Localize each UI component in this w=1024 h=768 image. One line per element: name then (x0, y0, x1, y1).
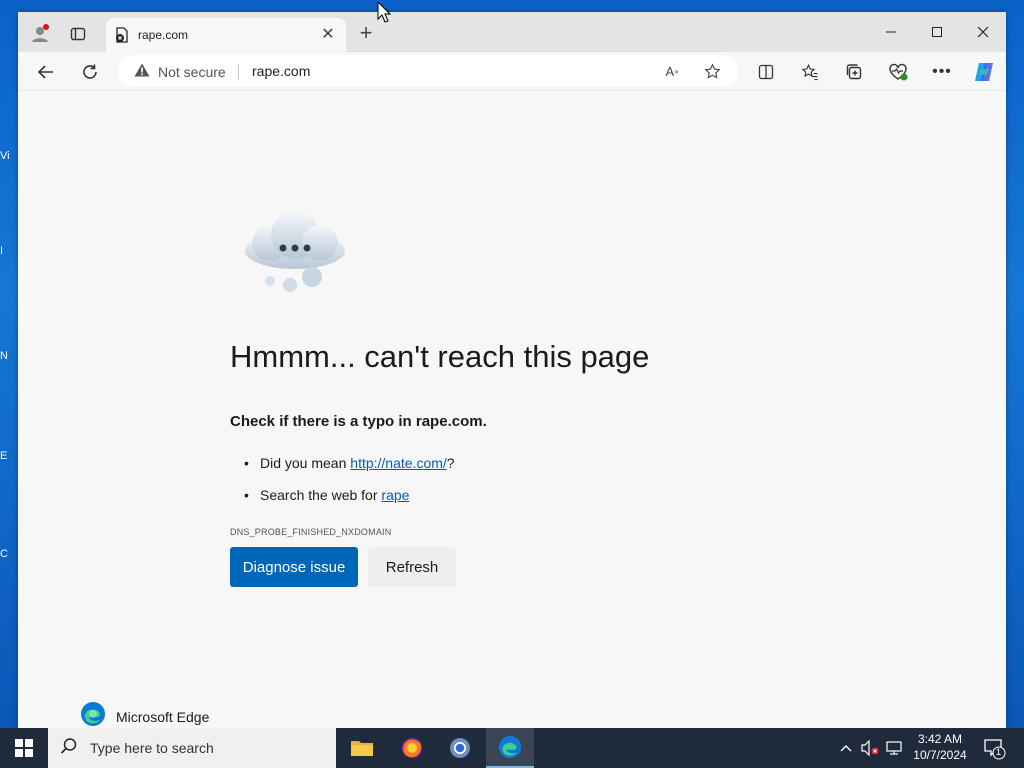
error-subtitle: Check if there is a typo in rape.com. (230, 413, 487, 430)
edge-taskbar-icon[interactable] (486, 728, 534, 768)
split-screen-icon[interactable] (752, 58, 780, 86)
taskbar-search-box[interactable]: Type here to search (48, 728, 336, 768)
close-window-button[interactable] (960, 18, 1006, 46)
taskbar: Type here to search 3:42 AM 10/7/2024 1 (0, 728, 1024, 768)
error-code: DNS_PROBE_FINISHED_NXDOMAIN (230, 527, 392, 537)
clock-time: 3:42 AM (917, 732, 963, 746)
minimize-button[interactable] (868, 18, 914, 46)
security-indicator[interactable]: Not secure (134, 63, 226, 80)
refresh-page-button[interactable]: Refresh (368, 547, 456, 587)
suggestion-text: Search the web for (260, 487, 382, 503)
copilot-icon[interactable] (970, 58, 998, 86)
tab-title: rape.com (138, 28, 189, 42)
maximize-button[interactable] (914, 18, 960, 46)
tab-actions-icon[interactable] (64, 20, 92, 48)
search-web-link[interactable]: rape (381, 487, 409, 503)
error-page: Hmmm... can't reach this page Check if t… (18, 91, 1006, 728)
bullet: • (244, 455, 249, 471)
cloud-illustration-icon (240, 203, 350, 293)
desktop-icon-stub[interactable]: E (0, 450, 18, 486)
desktop-icon-stub[interactable]: C (0, 548, 18, 584)
network-icon[interactable] (884, 738, 904, 758)
browser-window: rape.com ✕ + Not secure rape.com A » •••… (18, 12, 1006, 728)
favorite-star-icon[interactable] (702, 61, 722, 81)
address-bar[interactable]: Not secure rape.com A» (118, 55, 738, 87)
volume-muted-icon[interactable] (860, 738, 880, 758)
active-tab[interactable]: rape.com ✕ (106, 18, 346, 52)
suggestion-suffix: ? (446, 455, 455, 471)
read-aloud-icon[interactable]: A» (662, 61, 682, 81)
chrome-icon[interactable] (436, 728, 484, 768)
file-explorer-icon[interactable] (338, 728, 386, 768)
security-label: Not secure (158, 63, 226, 80)
desktop-icon-stub[interactable]: Vi (0, 150, 18, 186)
notification-count: 1 (996, 747, 1002, 757)
search-icon (60, 737, 78, 760)
suggestion-link[interactable]: http://nate.com/ (350, 455, 447, 471)
mouse-cursor-icon (377, 0, 392, 28)
collections-icon[interactable] (840, 58, 868, 86)
url-text[interactable]: rape.com (252, 63, 310, 79)
warning-icon (134, 63, 150, 80)
profile-icon[interactable] (26, 20, 54, 48)
more-options-icon[interactable]: ••• (928, 58, 956, 86)
title-bar: rape.com ✕ + (18, 12, 1006, 52)
toolbar: Not secure rape.com A» ••• (18, 52, 1006, 91)
suggestion-text: Did you mean (260, 455, 351, 471)
brand-label: Microsoft Edge (116, 708, 210, 725)
search-placeholder: Type here to search (90, 740, 214, 756)
new-tab-button[interactable]: + (354, 22, 378, 46)
back-button[interactable] (32, 58, 60, 86)
firefox-icon[interactable] (388, 728, 436, 768)
browser-essentials-icon[interactable] (884, 58, 912, 86)
refresh-button[interactable] (76, 58, 104, 86)
desktop-icon-stub[interactable]: I (0, 245, 18, 281)
favorites-icon[interactable] (796, 58, 824, 86)
page-title: Hmmm... can't reach this page (230, 339, 650, 374)
suggestion-item: • Did you mean http://nate.com/? (244, 455, 455, 471)
desktop-icon-stub[interactable]: N (0, 350, 18, 386)
notifications-icon[interactable]: 1 (982, 736, 1006, 760)
diagnose-issue-button[interactable]: Diagnose issue (230, 547, 358, 587)
show-hidden-icons-icon[interactable] (836, 738, 856, 758)
start-button[interactable] (0, 728, 48, 768)
clock-date: 10/7/2024 (913, 748, 967, 762)
tab-close-icon[interactable]: ✕ (318, 25, 338, 45)
suggestion-item: • Search the web for rape (244, 487, 409, 503)
system-clock[interactable]: 3:42 AM 10/7/2024 (905, 731, 975, 763)
address-divider (238, 64, 239, 80)
page-error-icon (114, 27, 130, 43)
bullet: • (244, 487, 249, 503)
